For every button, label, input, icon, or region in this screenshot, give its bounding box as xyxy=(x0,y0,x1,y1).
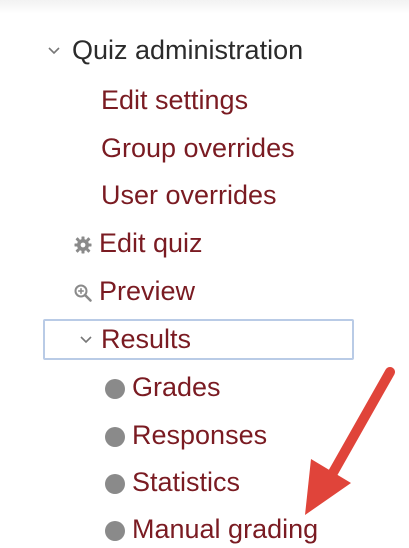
admin-panel: Quiz administration Edit settings Group … xyxy=(0,0,409,548)
red-arrow-icon xyxy=(305,367,395,515)
